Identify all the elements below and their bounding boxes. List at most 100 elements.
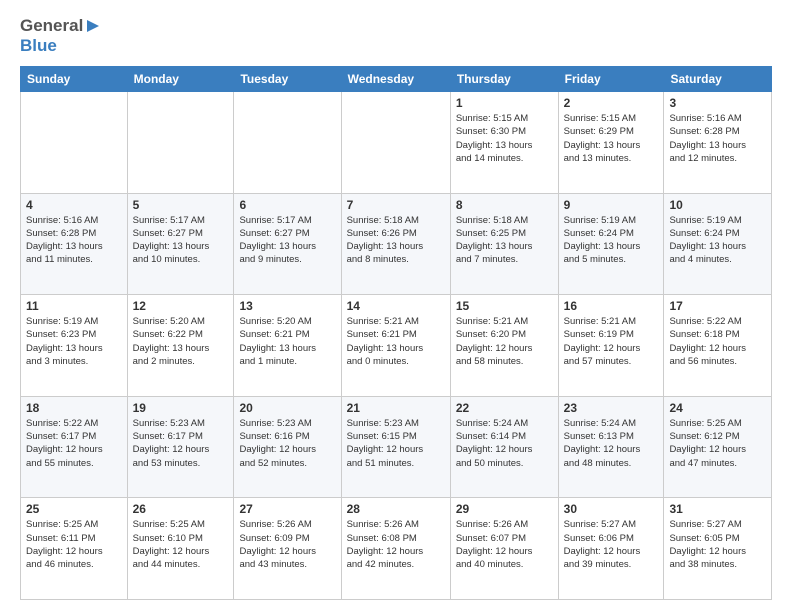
day-info: Sunrise: 5:16 AM Sunset: 6:28 PM Dayligh…	[669, 112, 766, 165]
day-info: Sunrise: 5:19 AM Sunset: 6:23 PM Dayligh…	[26, 315, 122, 368]
week-row-2: 4 Sunrise: 5:16 AM Sunset: 6:28 PM Daylig…	[21, 193, 772, 295]
day-info: Sunrise: 5:17 AM Sunset: 6:27 PM Dayligh…	[239, 214, 335, 267]
calendar-cell	[21, 92, 128, 194]
header: General Blue	[20, 16, 772, 56]
calendar-cell: 23 Sunrise: 5:24 AM Sunset: 6:13 PM Dayli…	[558, 396, 664, 498]
day-number: 19	[133, 401, 229, 415]
calendar-cell: 31Sunrise: 5:27 AM Sunset: 6:05 PM Dayli…	[664, 498, 772, 600]
day-info: Sunrise: 5:23 AM Sunset: 6:17 PM Dayligh…	[133, 417, 229, 470]
day-info: Sunrise: 5:17 AM Sunset: 6:27 PM Dayligh…	[133, 214, 229, 267]
logo-blue-text: Blue	[20, 36, 57, 55]
day-info: Sunrise: 5:26 AM Sunset: 6:09 PM Dayligh…	[239, 518, 335, 571]
day-info: Sunrise: 5:20 AM Sunset: 6:21 PM Dayligh…	[239, 315, 335, 368]
day-info: Sunrise: 5:21 AM Sunset: 6:21 PM Dayligh…	[347, 315, 445, 368]
day-number: 10	[669, 198, 766, 212]
weekday-header-saturday: Saturday	[664, 67, 772, 92]
day-info: Sunrise: 5:21 AM Sunset: 6:19 PM Dayligh…	[564, 315, 659, 368]
day-number: 23	[564, 401, 659, 415]
day-number: 26	[133, 502, 229, 516]
calendar-cell: 19 Sunrise: 5:23 AM Sunset: 6:17 PM Dayli…	[127, 396, 234, 498]
calendar-cell: 5 Sunrise: 5:17 AM Sunset: 6:27 PM Daylig…	[127, 193, 234, 295]
calendar-cell: 25Sunrise: 5:25 AM Sunset: 6:11 PM Dayli…	[21, 498, 128, 600]
logo-general-text: General	[20, 16, 83, 36]
calendar-cell: 11 Sunrise: 5:19 AM Sunset: 6:23 PM Dayli…	[21, 295, 128, 397]
day-number: 29	[456, 502, 553, 516]
weekday-header-row: SundayMondayTuesdayWednesdayThursdayFrid…	[21, 67, 772, 92]
calendar-cell: 24 Sunrise: 5:25 AM Sunset: 6:12 PM Dayli…	[664, 396, 772, 498]
calendar-cell: 27 Sunrise: 5:26 AM Sunset: 6:09 PM Dayli…	[234, 498, 341, 600]
calendar-table: SundayMondayTuesdayWednesdayThursdayFrid…	[20, 66, 772, 600]
day-info: Sunrise: 5:20 AM Sunset: 6:22 PM Dayligh…	[133, 315, 229, 368]
day-info: Sunrise: 5:26 AM Sunset: 6:07 PM Dayligh…	[456, 518, 553, 571]
day-info: Sunrise: 5:15 AM Sunset: 6:29 PM Dayligh…	[564, 112, 659, 165]
day-number: 24	[669, 401, 766, 415]
day-info: Sunrise: 5:15 AM Sunset: 6:30 PM Dayligh…	[456, 112, 553, 165]
day-number: 7	[347, 198, 445, 212]
day-number: 22	[456, 401, 553, 415]
day-info: Sunrise: 5:24 AM Sunset: 6:13 PM Dayligh…	[564, 417, 659, 470]
day-number: 25	[26, 502, 122, 516]
day-number: 15	[456, 299, 553, 313]
day-info: Sunrise: 5:24 AM Sunset: 6:14 PM Dayligh…	[456, 417, 553, 470]
day-info: Sunrise: 5:21 AM Sunset: 6:20 PM Dayligh…	[456, 315, 553, 368]
calendar-cell: 4 Sunrise: 5:16 AM Sunset: 6:28 PM Daylig…	[21, 193, 128, 295]
day-number: 30	[564, 502, 659, 516]
calendar-cell: 10 Sunrise: 5:19 AM Sunset: 6:24 PM Dayli…	[664, 193, 772, 295]
calendar-cell: 22 Sunrise: 5:24 AM Sunset: 6:14 PM Dayli…	[450, 396, 558, 498]
day-number: 4	[26, 198, 122, 212]
day-info: Sunrise: 5:18 AM Sunset: 6:26 PM Dayligh…	[347, 214, 445, 267]
day-info: Sunrise: 5:25 AM Sunset: 6:12 PM Dayligh…	[669, 417, 766, 470]
day-number: 1	[456, 96, 553, 110]
day-number: 11	[26, 299, 122, 313]
calendar-cell: 3 Sunrise: 5:16 AM Sunset: 6:28 PM Daylig…	[664, 92, 772, 194]
day-info: Sunrise: 5:22 AM Sunset: 6:17 PM Dayligh…	[26, 417, 122, 470]
day-info: Sunrise: 5:27 AM Sunset: 6:06 PM Dayligh…	[564, 518, 659, 571]
page: General Blue SundayMondayTuesdayWednesda…	[0, 0, 792, 612]
day-info: Sunrise: 5:26 AM Sunset: 6:08 PM Dayligh…	[347, 518, 445, 571]
calendar-cell: 1 Sunrise: 5:15 AM Sunset: 6:30 PM Daylig…	[450, 92, 558, 194]
calendar-cell: 20 Sunrise: 5:23 AM Sunset: 6:16 PM Dayli…	[234, 396, 341, 498]
day-number: 3	[669, 96, 766, 110]
calendar-cell: 21Sunrise: 5:23 AM Sunset: 6:15 PM Dayli…	[341, 396, 450, 498]
calendar-cell: 26 Sunrise: 5:25 AM Sunset: 6:10 PM Dayli…	[127, 498, 234, 600]
day-number: 16	[564, 299, 659, 313]
calendar-cell	[234, 92, 341, 194]
day-info: Sunrise: 5:16 AM Sunset: 6:28 PM Dayligh…	[26, 214, 122, 267]
week-row-5: 25Sunrise: 5:25 AM Sunset: 6:11 PM Dayli…	[21, 498, 772, 600]
day-number: 28	[347, 502, 445, 516]
day-number: 12	[133, 299, 229, 313]
day-number: 2	[564, 96, 659, 110]
calendar-cell: 28 Sunrise: 5:26 AM Sunset: 6:08 PM Dayli…	[341, 498, 450, 600]
day-number: 18	[26, 401, 122, 415]
day-number: 20	[239, 401, 335, 415]
week-row-1: 1 Sunrise: 5:15 AM Sunset: 6:30 PM Daylig…	[21, 92, 772, 194]
weekday-header-thursday: Thursday	[450, 67, 558, 92]
calendar-cell	[341, 92, 450, 194]
day-info: Sunrise: 5:23 AM Sunset: 6:15 PM Dayligh…	[347, 417, 445, 470]
day-info: Sunrise: 5:23 AM Sunset: 6:16 PM Dayligh…	[239, 417, 335, 470]
day-number: 8	[456, 198, 553, 212]
calendar-cell: 15 Sunrise: 5:21 AM Sunset: 6:20 PM Dayli…	[450, 295, 558, 397]
day-number: 6	[239, 198, 335, 212]
day-number: 27	[239, 502, 335, 516]
calendar-cell: 12 Sunrise: 5:20 AM Sunset: 6:22 PM Dayli…	[127, 295, 234, 397]
weekday-header-tuesday: Tuesday	[234, 67, 341, 92]
weekday-header-monday: Monday	[127, 67, 234, 92]
day-number: 13	[239, 299, 335, 313]
calendar-cell: 30 Sunrise: 5:27 AM Sunset: 6:06 PM Dayli…	[558, 498, 664, 600]
calendar-cell: 8Sunrise: 5:18 AM Sunset: 6:25 PM Daylig…	[450, 193, 558, 295]
day-number: 9	[564, 198, 659, 212]
logo-triangle-icon	[85, 18, 101, 34]
week-row-4: 18 Sunrise: 5:22 AM Sunset: 6:17 PM Dayli…	[21, 396, 772, 498]
calendar-cell: 18 Sunrise: 5:22 AM Sunset: 6:17 PM Dayli…	[21, 396, 128, 498]
weekday-header-friday: Friday	[558, 67, 664, 92]
day-info: Sunrise: 5:25 AM Sunset: 6:10 PM Dayligh…	[133, 518, 229, 571]
weekday-header-wednesday: Wednesday	[341, 67, 450, 92]
calendar-cell: 29 Sunrise: 5:26 AM Sunset: 6:07 PM Dayli…	[450, 498, 558, 600]
calendar-cell: 13 Sunrise: 5:20 AM Sunset: 6:21 PM Dayli…	[234, 295, 341, 397]
day-info: Sunrise: 5:19 AM Sunset: 6:24 PM Dayligh…	[564, 214, 659, 267]
day-number: 17	[669, 299, 766, 313]
logo: General Blue	[20, 16, 101, 56]
day-info: Sunrise: 5:19 AM Sunset: 6:24 PM Dayligh…	[669, 214, 766, 267]
day-number: 5	[133, 198, 229, 212]
